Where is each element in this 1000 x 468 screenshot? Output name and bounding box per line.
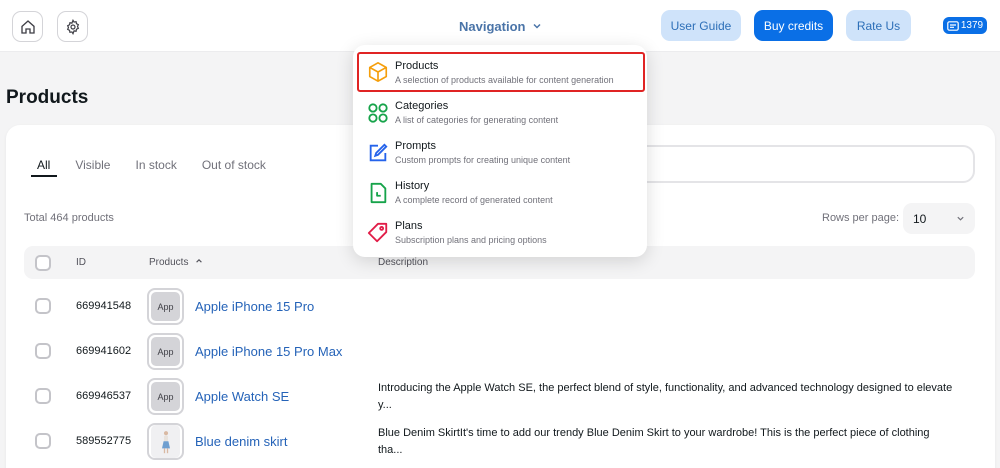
tab-all[interactable]: All bbox=[37, 158, 50, 172]
product-thumbnail: App bbox=[147, 333, 184, 370]
credits-badge[interactable]: 1379 bbox=[943, 17, 987, 34]
home-button[interactable] bbox=[12, 11, 43, 42]
active-tab-indicator bbox=[31, 175, 57, 177]
description-line: y... bbox=[378, 399, 392, 411]
edit-icon bbox=[369, 143, 388, 162]
nav-item-prompts[interactable]: Prompts Custom prompts for creating uniq… bbox=[357, 133, 645, 173]
box-icon bbox=[368, 62, 388, 82]
nav-item-description: A list of categories for generating cont… bbox=[395, 115, 559, 125]
settings-button[interactable] bbox=[57, 11, 88, 42]
product-id: 669946537 bbox=[76, 390, 132, 402]
column-header-products[interactable]: Products bbox=[149, 257, 203, 268]
column-header-products-label: Products bbox=[149, 257, 189, 268]
filter-tabs: All Visible In stock Out of stock bbox=[31, 158, 291, 172]
nav-item-plans[interactable]: Plans Subscription plans and pricing opt… bbox=[357, 213, 645, 253]
history-icon bbox=[370, 182, 387, 204]
skirt-photo bbox=[151, 425, 180, 458]
rows-per-page-label: Rows per page: bbox=[822, 212, 900, 224]
product-name-link[interactable]: Apple iPhone 15 Pro Max bbox=[195, 344, 342, 359]
buy-credits-button[interactable]: Buy credits bbox=[754, 10, 833, 41]
select-all-checkbox[interactable] bbox=[35, 255, 51, 271]
description-line: Introducing the Apple Watch SE, the perf… bbox=[378, 382, 953, 394]
nav-item-categories[interactable]: Categories A list of categories for gene… bbox=[357, 93, 645, 133]
product-name-link[interactable]: Apple Watch SE bbox=[195, 389, 289, 404]
chevron-down-icon bbox=[533, 23, 541, 29]
tab-visible[interactable]: Visible bbox=[75, 158, 110, 172]
nav-item-products[interactable]: Products A selection of products availab… bbox=[357, 52, 645, 92]
wallet-icon bbox=[947, 20, 959, 31]
tag-icon bbox=[367, 222, 388, 243]
thumbnail-placeholder: App bbox=[151, 292, 180, 321]
navigation-label: Navigation bbox=[459, 18, 526, 34]
nav-item-title: Plans bbox=[395, 220, 423, 232]
row-checkbox[interactable] bbox=[35, 433, 51, 449]
gear-icon bbox=[66, 18, 79, 35]
nav-item-title: Categories bbox=[395, 100, 449, 112]
table-row[interactable]: 669941548 App Apple iPhone 15 Pro bbox=[0, 284, 1000, 329]
nav-item-title: Products bbox=[395, 60, 439, 72]
page-title: Products bbox=[6, 87, 89, 108]
nav-item-description: A complete record of generated content bbox=[395, 195, 553, 205]
column-header-id[interactable]: ID bbox=[76, 257, 86, 268]
credits-count: 1379 bbox=[960, 20, 984, 31]
description-line: tha... bbox=[378, 444, 403, 456]
search-input[interactable] bbox=[590, 145, 975, 183]
product-id: 669941548 bbox=[76, 300, 132, 312]
sort-ascending-icon bbox=[196, 259, 203, 263]
product-name-link[interactable]: Apple iPhone 15 Pro bbox=[195, 299, 314, 314]
thumbnail-placeholder: App bbox=[151, 382, 180, 411]
nav-item-description: Subscription plans and pricing options bbox=[395, 235, 547, 245]
rows-per-page-select[interactable]: 10 bbox=[903, 203, 975, 234]
product-thumbnail: App bbox=[147, 288, 184, 325]
column-header-description[interactable]: Description bbox=[378, 257, 428, 268]
product-thumbnail bbox=[147, 423, 184, 460]
table-row[interactable]: 669946537 App Apple Watch SE Introducing… bbox=[0, 374, 1000, 419]
user-guide-button[interactable]: User Guide bbox=[661, 10, 741, 41]
product-name-link[interactable]: Blue denim skirt bbox=[195, 434, 287, 449]
table-row[interactable]: 669941602 App Apple iPhone 15 Pro Max bbox=[0, 329, 1000, 374]
nav-item-title: Prompts bbox=[395, 140, 436, 152]
nav-item-title: History bbox=[395, 180, 430, 192]
tab-in-stock[interactable]: In stock bbox=[135, 158, 176, 172]
product-description: Introducing the Apple Watch SE, the perf… bbox=[378, 380, 978, 414]
navigation-menu-trigger[interactable]: Navigation bbox=[459, 17, 542, 35]
grid-icon bbox=[368, 103, 388, 123]
home-icon bbox=[20, 19, 35, 34]
tab-out-of-stock[interactable]: Out of stock bbox=[202, 158, 266, 172]
product-id: 669941602 bbox=[76, 345, 132, 357]
rate-us-button[interactable]: Rate Us bbox=[846, 10, 911, 41]
row-checkbox[interactable] bbox=[35, 298, 51, 314]
table-row[interactable]: 589552775 Blue denim skirt Blue Denim Sk… bbox=[0, 419, 1000, 464]
nav-item-history[interactable]: History A complete record of generated c… bbox=[357, 173, 645, 213]
rows-per-page-value: 10 bbox=[913, 211, 927, 226]
product-id: 589552775 bbox=[76, 435, 132, 447]
thumbnail-placeholder: App bbox=[151, 337, 180, 366]
row-checkbox[interactable] bbox=[35, 343, 51, 359]
nav-item-description: Custom prompts for creating unique conte… bbox=[395, 155, 571, 165]
product-description: Blue Denim SkirtIt's time to add our tre… bbox=[378, 425, 978, 459]
row-checkbox[interactable] bbox=[35, 388, 51, 404]
total-products-count: Total 464 products bbox=[24, 212, 114, 224]
description-line: Blue Denim SkirtIt's time to add our tre… bbox=[378, 427, 930, 439]
chevron-down-icon bbox=[957, 216, 964, 221]
nav-item-description: A selection of products available for co… bbox=[395, 75, 614, 85]
product-thumbnail: App bbox=[147, 378, 184, 415]
skirt-figure-icon bbox=[161, 430, 170, 453]
